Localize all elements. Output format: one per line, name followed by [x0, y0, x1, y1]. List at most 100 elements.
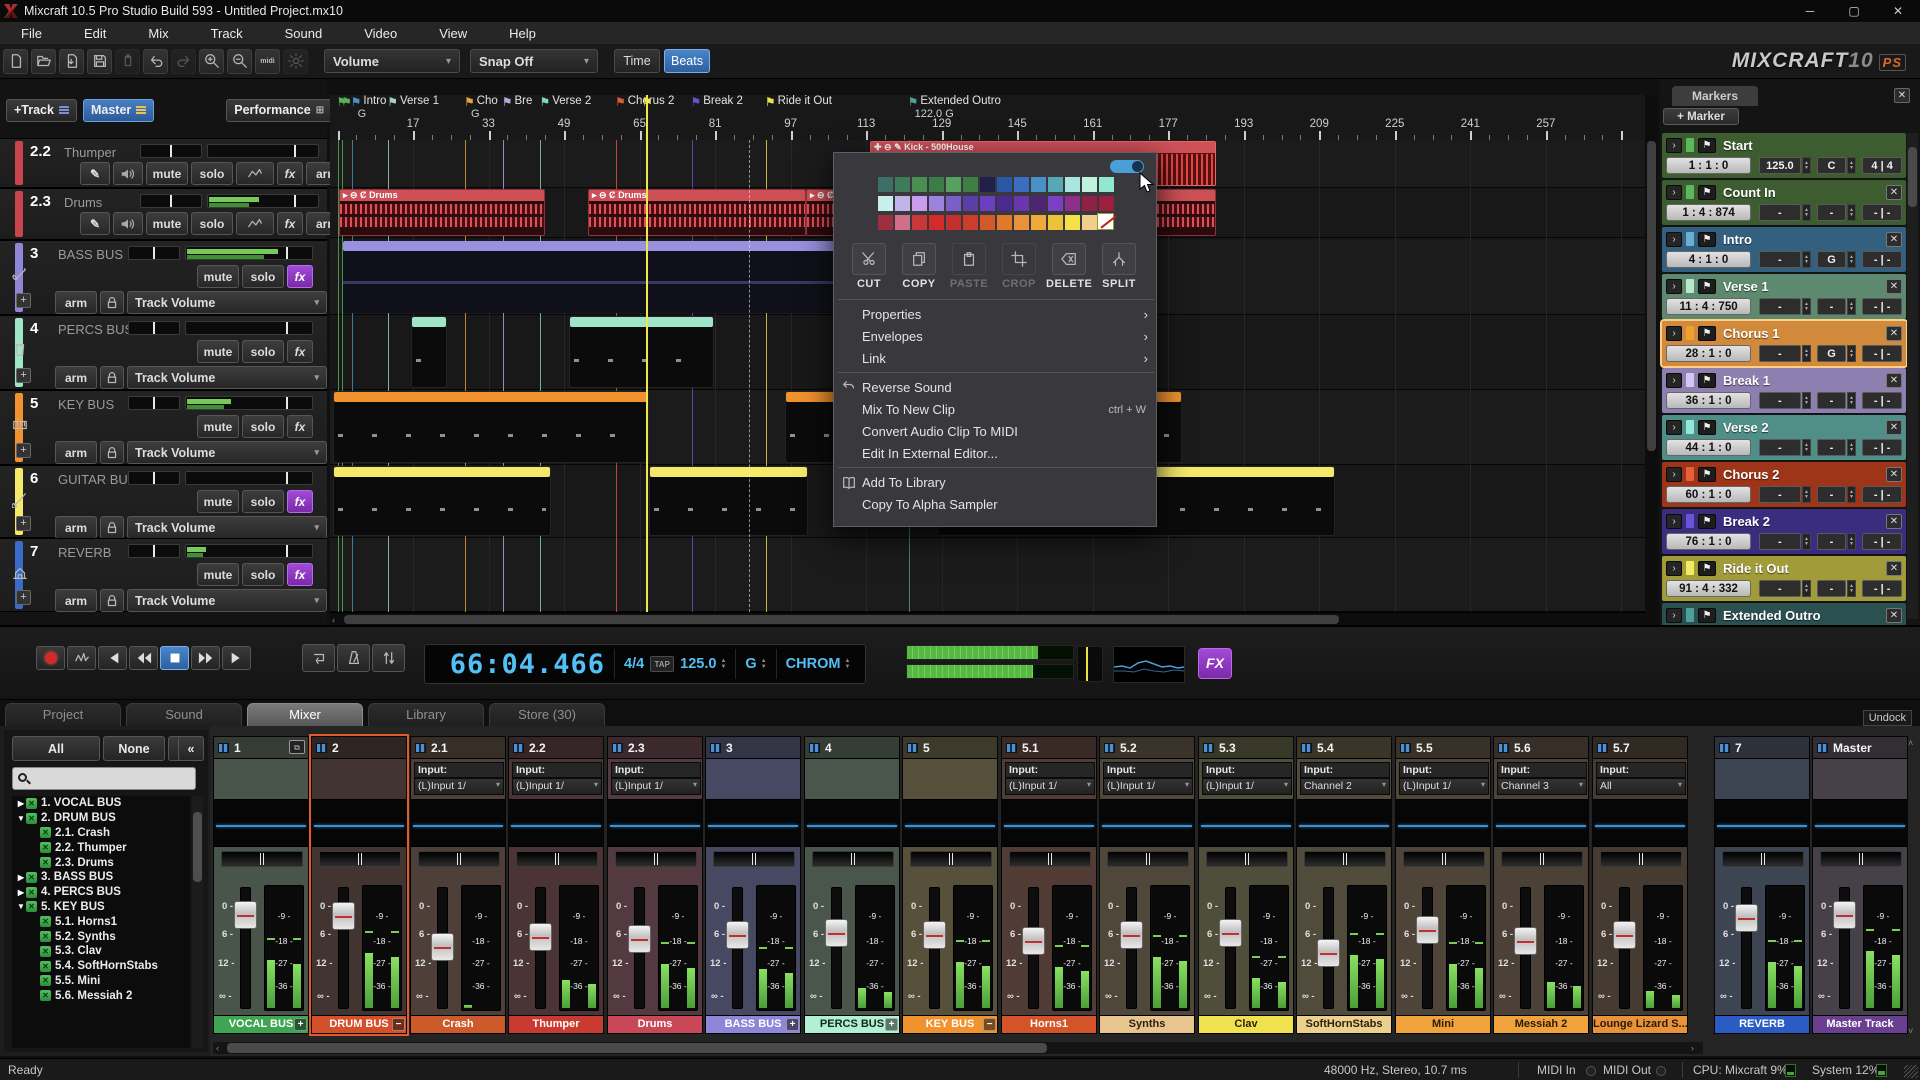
fast-forward-button[interactable] — [191, 646, 220, 670]
flag-icon[interactable]: ⚑ — [1698, 467, 1716, 482]
color-swatch[interactable] — [980, 177, 995, 192]
eq-curve-display[interactable] — [1396, 799, 1490, 847]
checkbox-icon[interactable]: ✕ — [26, 813, 37, 824]
mixer-channel-3[interactable]: 3 0 - 6 - 12 - ∞ - -9 - -18 - -27 - -36 … — [705, 736, 801, 1034]
track-row-5[interactable]: 5KEY BUS mute solo fx arm Track Volume▾ … — [0, 390, 327, 465]
eq-mini-icon[interactable] — [1006, 743, 1017, 753]
volume-meter-slider[interactable] — [185, 471, 313, 485]
mute-button[interactable]: mute — [197, 340, 239, 363]
volume-fader-handle[interactable] — [332, 902, 355, 930]
color-swatch[interactable] — [929, 177, 944, 192]
monitor-speaker-button[interactable] — [113, 212, 143, 235]
automation-icon[interactable] — [236, 212, 274, 235]
pan-slider[interactable] — [1722, 851, 1804, 867]
expand-icon[interactable]: › — [1666, 138, 1682, 153]
eq-mini-icon[interactable] — [1498, 743, 1509, 753]
pan-slider[interactable] — [1304, 851, 1386, 867]
marker-tempo[interactable]: - — [1759, 533, 1801, 550]
spinner-icon[interactable]: ▲▼ — [1847, 392, 1857, 409]
spinner-icon[interactable]: ▲▼ — [1802, 533, 1812, 550]
color-swatch[interactable] — [895, 215, 910, 230]
marker-time[interactable]: 91 : 4 : 332 — [1666, 580, 1751, 597]
arm-button[interactable]: arm — [55, 516, 97, 539]
marker-row-chorus-1[interactable]: ›⚑Chorus 1✕28 : 1 : 0 -▲▼ G▲▼ - | - — [1662, 321, 1906, 366]
pan-slider[interactable] — [1600, 851, 1682, 867]
color-swatch[interactable] — [878, 215, 893, 230]
master-track-button[interactable]: Master — [83, 99, 154, 122]
marker-color-chip[interactable] — [1686, 373, 1694, 387]
fx-button[interactable]: fx — [287, 340, 313, 363]
mixer-channel-5.4[interactable]: 5.4 Input:Channel 2▾ 0 - 6 - 12 - ∞ - -9… — [1296, 736, 1392, 1034]
color-swatch[interactable] — [963, 177, 978, 192]
mixer-channel-5[interactable]: 5 0 - 6 - 12 - ∞ - -9 - -18 - -27 - -36 … — [902, 736, 998, 1034]
automation-param-select[interactable]: Track Volume▾ — [127, 516, 327, 539]
volume-meter-slider[interactable] — [185, 544, 313, 558]
volume-fader-handle[interactable] — [529, 923, 552, 951]
scrollbar-thumb[interactable] — [227, 1043, 1047, 1053]
beats-mode-button[interactable]: Beats — [664, 49, 710, 73]
solo-button[interactable]: solo — [242, 265, 284, 288]
tab-library[interactable]: Library — [368, 703, 484, 726]
marker-timesig[interactable]: - | - — [1862, 486, 1902, 503]
marker-color-chip[interactable] — [1686, 420, 1694, 434]
expand-collapse-badge[interactable]: + — [294, 1018, 307, 1031]
marker-key[interactable]: - — [1817, 392, 1845, 409]
marker-timesig[interactable]: 4 | 4 — [1862, 157, 1902, 174]
solo-button[interactable]: solo — [191, 162, 233, 185]
flag-icon[interactable]: ⚑ — [1698, 185, 1716, 200]
track-name[interactable]: KEY BUS — [58, 397, 114, 412]
flag-icon[interactable]: ⚑ — [1698, 373, 1716, 388]
volume-fader-handle[interactable] — [1613, 921, 1636, 949]
arm-button[interactable]: arm — [55, 441, 97, 464]
spinner-icon[interactable]: ▲▼ — [1847, 580, 1857, 597]
menu-edit[interactable]: Edit — [63, 26, 127, 41]
expand-icon[interactable]: › — [1666, 608, 1682, 623]
menu-item-add-to-library[interactable]: Add To Library — [834, 472, 1158, 494]
automation-param-select[interactable]: Track Volume▾ — [127, 366, 327, 389]
volume-fader-handle[interactable] — [1833, 901, 1856, 929]
timeline-marker-flag[interactable]: ⚑Bre — [502, 95, 533, 109]
mixer-channel-1[interactable]: 1⧉ 0 - 6 - 12 - ∞ - -9 - -18 - -27 - -36… — [213, 736, 309, 1034]
delete-marker-icon[interactable]: ✕ — [1886, 608, 1902, 623]
track-name[interactable]: Drums — [64, 195, 102, 210]
spinner-icon[interactable]: ▲▼ — [1802, 298, 1812, 315]
color-swatch[interactable] — [1048, 196, 1063, 211]
menu-item-reverse-sound[interactable]: Reverse Sound — [834, 377, 1158, 399]
eq-curve-display[interactable] — [805, 799, 899, 847]
tree-item[interactable]: ▼✕5. KEY BUS — [12, 900, 190, 915]
color-swatch[interactable] — [895, 177, 910, 192]
eq-mini-icon[interactable] — [1203, 743, 1214, 753]
midi-clip[interactable] — [411, 316, 447, 388]
volume-slider[interactable] — [207, 194, 319, 208]
volume-fader-handle[interactable] — [1317, 939, 1340, 967]
marker-key[interactable]: - — [1817, 439, 1845, 456]
lock-icon[interactable] — [100, 516, 124, 539]
spinner-icon[interactable]: ▲▼ — [1847, 251, 1857, 268]
spinner-icon[interactable]: ▲▼ — [1847, 204, 1857, 221]
marker-row-verse-2[interactable]: ›⚑Verse 2✕44 : 1 : 0 -▲▼ -▲▼ - | - — [1662, 415, 1906, 460]
pan-slider[interactable] — [128, 246, 180, 260]
spinner-icon[interactable]: ▲▼ — [1847, 298, 1857, 315]
select-none-button[interactable]: None — [103, 736, 165, 761]
tempo-value[interactable]: 125.0 — [680, 656, 716, 672]
marker-key[interactable]: - — [1817, 204, 1845, 221]
import-button[interactable] — [59, 49, 84, 74]
add-automation-button[interactable]: + — [16, 368, 31, 383]
marker-time[interactable]: 44 : 1 : 0 — [1666, 439, 1751, 456]
undo-button[interactable] — [143, 49, 168, 74]
checkbox-icon[interactable]: ✕ — [40, 946, 51, 957]
tree-item[interactable]: ✕5.1. Horns1 — [12, 914, 190, 929]
solo-button[interactable]: solo — [191, 212, 233, 235]
menu-item-copy-to-alpha-sampler[interactable]: Copy To Alpha Sampler — [834, 494, 1158, 516]
expand-collapse-badge[interactable]: − — [392, 1018, 405, 1031]
solo-button[interactable]: solo — [242, 415, 284, 438]
spinner-icon[interactable]: ▲▼ — [1802, 157, 1812, 174]
menu-track[interactable]: Track — [190, 26, 264, 41]
select-all-button[interactable]: All — [12, 736, 100, 761]
checkbox-icon[interactable]: ✕ — [26, 798, 37, 809]
marker-timesig[interactable]: - | - — [1862, 533, 1902, 550]
menu-help[interactable]: Help — [488, 26, 557, 41]
metronome-button[interactable] — [337, 644, 370, 672]
expand-icon[interactable]: › — [1666, 185, 1682, 200]
spinner-icon[interactable]: ▲▼ — [1802, 345, 1812, 362]
